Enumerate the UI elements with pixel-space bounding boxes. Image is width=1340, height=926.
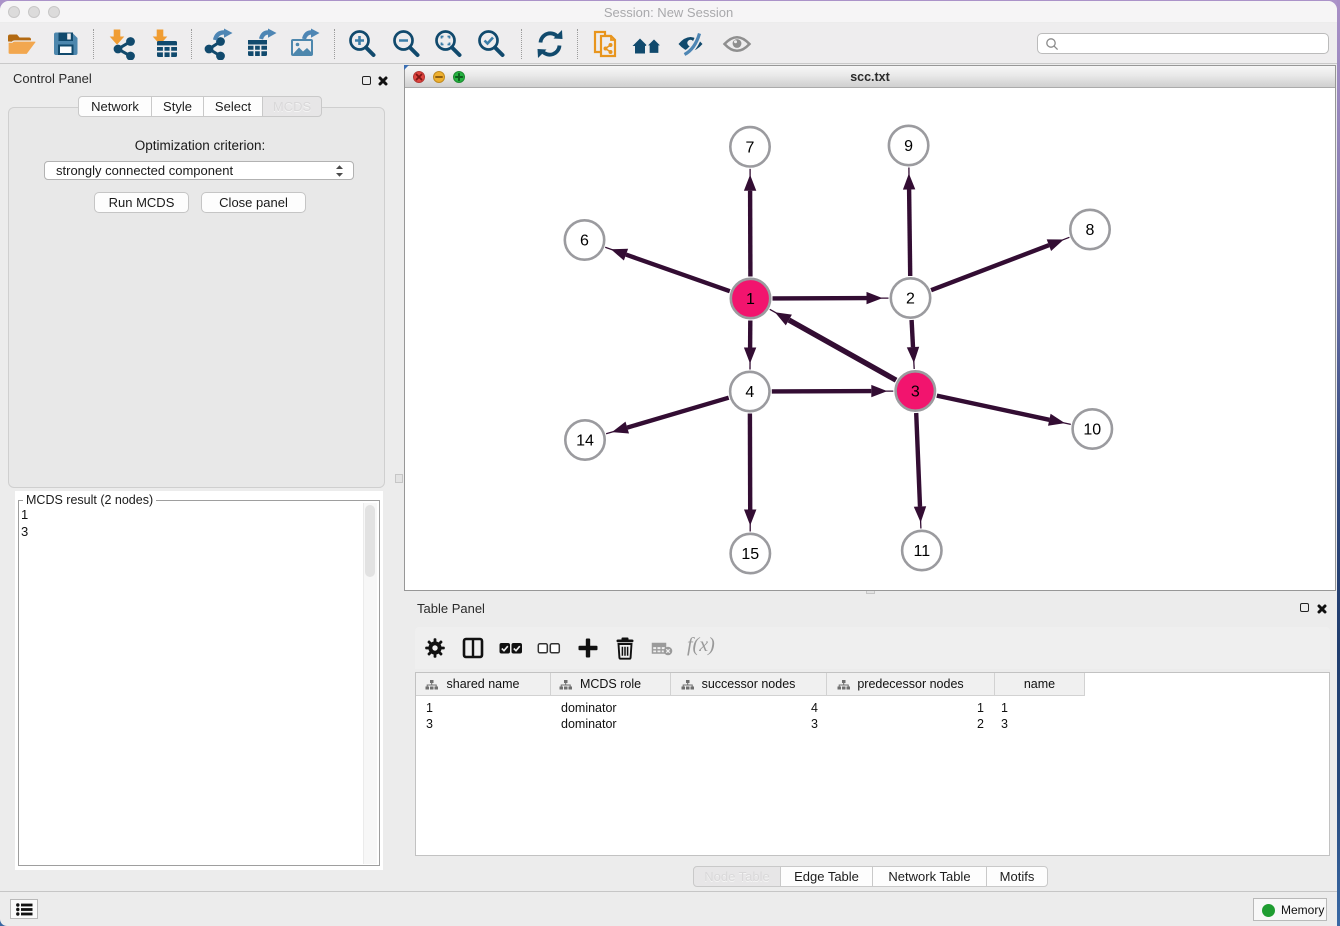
svg-text:1: 1 bbox=[746, 291, 755, 308]
svg-text:3: 3 bbox=[911, 384, 920, 401]
svg-text:4: 4 bbox=[745, 384, 754, 401]
svg-text:6: 6 bbox=[580, 233, 589, 250]
svg-text:15: 15 bbox=[741, 546, 759, 563]
svg-text:11: 11 bbox=[913, 543, 930, 560]
svg-text:9: 9 bbox=[904, 138, 913, 155]
svg-text:8: 8 bbox=[1086, 222, 1095, 239]
svg-text:2: 2 bbox=[906, 291, 915, 308]
svg-text:14: 14 bbox=[576, 433, 594, 450]
svg-text:10: 10 bbox=[1083, 422, 1101, 439]
svg-text:7: 7 bbox=[746, 140, 755, 157]
